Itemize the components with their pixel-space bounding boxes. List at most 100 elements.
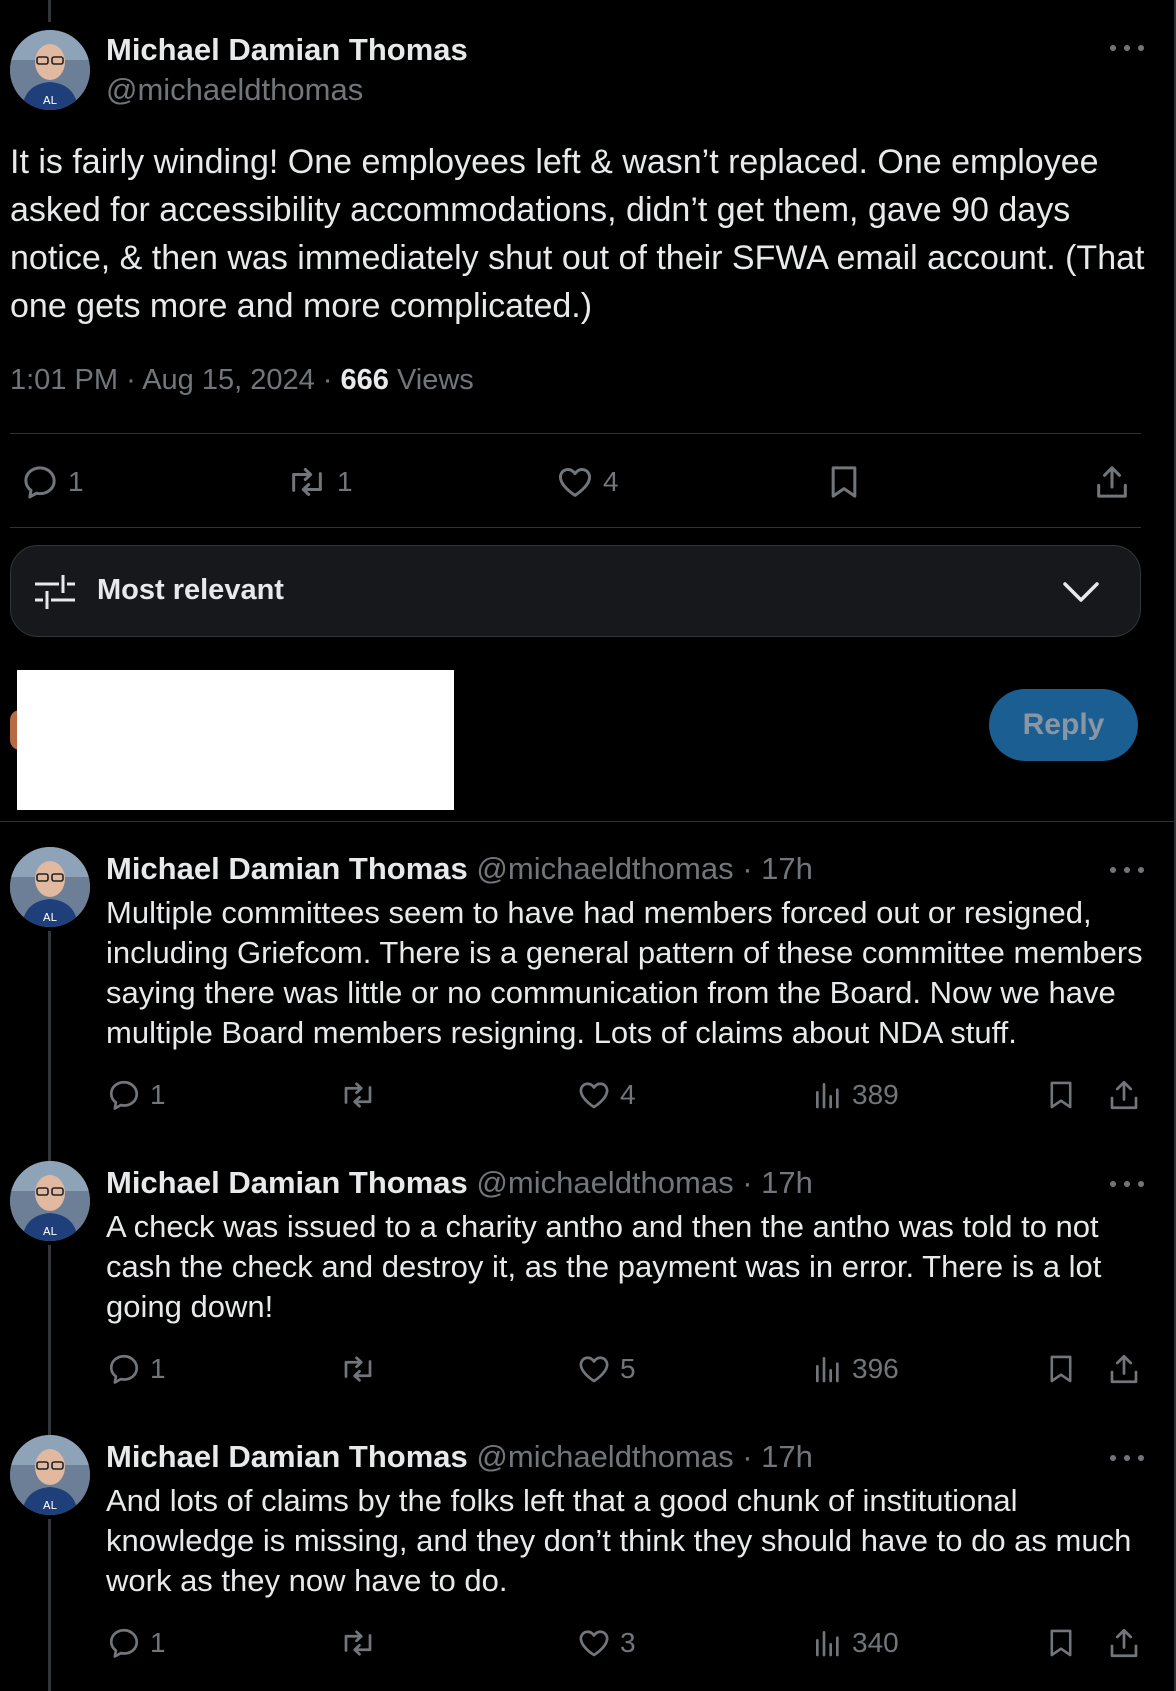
- bookmark-action[interactable]: [1044, 1077, 1078, 1113]
- meta-separator: ·: [126, 364, 143, 396]
- reply-action[interactable]: 1: [106, 1351, 166, 1387]
- divider: [10, 527, 1141, 528]
- heart-icon: [579, 1356, 609, 1383]
- tweet-thread-page: AL Michael Damian Thomas @michaeldthomas…: [0, 0, 1176, 1691]
- author-name[interactable]: Michael Damian Thomas: [106, 851, 468, 886]
- share-action[interactable]: [1106, 1351, 1142, 1387]
- bookmark-icon: [831, 466, 857, 498]
- repost-action[interactable]: 1: [285, 462, 353, 502]
- like-action[interactable]: 4: [555, 462, 619, 502]
- repost-action[interactable]: [338, 1077, 378, 1113]
- analytics-icon: [816, 1631, 839, 1657]
- analytics-icon: [816, 1357, 839, 1383]
- views-count: 396: [852, 1353, 899, 1384]
- like-count: 4: [603, 466, 619, 497]
- share-action[interactable]: [1106, 1077, 1142, 1113]
- avatar-image: AL: [10, 847, 90, 927]
- views-action[interactable]: 396: [812, 1351, 899, 1387]
- reply-button[interactable]: Reply: [989, 689, 1138, 761]
- heart-icon: [579, 1630, 609, 1657]
- reply-count: 1: [68, 466, 84, 497]
- like-action[interactable]: 4: [576, 1077, 636, 1113]
- author-handle[interactable]: @michaeldthomas: [106, 72, 363, 108]
- like-action[interactable]: 5: [576, 1351, 636, 1387]
- reply-icon: [109, 1628, 139, 1658]
- avatar-image: AL: [10, 30, 90, 110]
- reply-action[interactable]: 1: [106, 1625, 166, 1661]
- share-action[interactable]: [1106, 1625, 1142, 1661]
- bookmark-action[interactable]: [1044, 1351, 1078, 1387]
- bookmark-action[interactable]: [1044, 1625, 1078, 1661]
- bookmark-icon: [1050, 1629, 1072, 1657]
- views-count: 340: [852, 1627, 899, 1658]
- like-count: 3: [620, 1627, 636, 1658]
- bookmark-action[interactable]: [824, 462, 864, 502]
- like-count: 4: [620, 1079, 636, 1110]
- reply-icon: [24, 466, 56, 499]
- avatar[interactable]: AL: [10, 30, 90, 110]
- author-name[interactable]: Michael Damian Thomas: [106, 1165, 468, 1200]
- avatar[interactable]: AL: [10, 1435, 90, 1515]
- tweet-date[interactable]: Aug 15, 2024: [142, 364, 315, 396]
- filter-sliders-icon: [35, 575, 75, 609]
- author-name[interactable]: Michael Damian Thomas: [106, 1439, 468, 1474]
- more-options-icon[interactable]: [1110, 43, 1144, 53]
- tweet-text: And lots of claims by the folks left tha…: [106, 1483, 1132, 1598]
- like-action[interactable]: 3: [576, 1625, 636, 1661]
- share-icon: [1110, 1080, 1138, 1110]
- author-handle[interactable]: @michaeldthomas: [476, 851, 733, 886]
- svg-text:AL: AL: [43, 911, 58, 924]
- avatar-image: AL: [10, 1435, 90, 1515]
- like-count: 5: [620, 1353, 636, 1384]
- reply-icon: [109, 1080, 139, 1110]
- avatar[interactable]: AL: [10, 847, 90, 927]
- repost-action[interactable]: [338, 1625, 378, 1661]
- views-count: 389: [852, 1079, 899, 1110]
- reply-action[interactable]: 1: [20, 462, 84, 502]
- tweet-text: Multiple committees seem to have had mem…: [106, 895, 1143, 1050]
- repost-action[interactable]: [338, 1351, 378, 1387]
- repost-icon: [344, 1082, 372, 1108]
- repost-icon: [292, 468, 322, 496]
- chevron-down-icon: [1063, 582, 1099, 602]
- reply-action[interactable]: 1: [106, 1077, 166, 1113]
- tweet-age[interactable]: 17h: [761, 1439, 813, 1474]
- more-options-icon[interactable]: [1110, 1179, 1144, 1189]
- avatar[interactable]: AL: [10, 1161, 90, 1241]
- meta-separator: ·: [322, 364, 341, 396]
- meta-separator: ·: [742, 1165, 762, 1200]
- divider: [0, 821, 1174, 822]
- sort-replies-dropdown[interactable]: Most relevant: [10, 545, 1141, 637]
- heart-icon: [558, 468, 592, 497]
- thread-connector-line: [48, 1245, 51, 1435]
- share-action[interactable]: [1092, 462, 1132, 502]
- author-handle[interactable]: @michaeldthomas: [476, 1439, 733, 1474]
- views-action[interactable]: 389: [812, 1077, 899, 1113]
- more-options-icon[interactable]: [1110, 1453, 1144, 1463]
- divider: [10, 433, 1141, 434]
- author-name[interactable]: Michael Damian Thomas: [106, 32, 468, 68]
- reply-count: 1: [150, 1079, 166, 1110]
- tweet-metadata: 1:01 PM · Aug 15, 2024 · 666 Views: [10, 364, 474, 397]
- sort-label: Most relevant: [97, 574, 284, 606]
- repost-count: 1: [337, 466, 353, 497]
- repost-icon: [344, 1630, 372, 1656]
- tweet-age[interactable]: 17h: [761, 851, 813, 886]
- redacted-compose-area: [17, 670, 454, 810]
- meta-separator: ·: [742, 851, 762, 886]
- bookmark-icon: [1050, 1081, 1072, 1109]
- share-icon: [1110, 1354, 1138, 1384]
- reply-header: Michael Damian Thomas @michaeldthomas · …: [106, 1165, 813, 1201]
- share-icon: [1097, 466, 1127, 498]
- views-action[interactable]: 340: [812, 1625, 899, 1661]
- reply-icon: [109, 1354, 139, 1384]
- more-options-icon[interactable]: [1110, 865, 1144, 875]
- tweet-time[interactable]: 1:01 PM: [10, 364, 118, 396]
- tweet-age[interactable]: 17h: [761, 1165, 813, 1200]
- bookmark-icon: [1050, 1355, 1072, 1383]
- views-label: Views: [396, 364, 474, 396]
- reply-header: Michael Damian Thomas @michaeldthomas · …: [106, 1439, 813, 1475]
- tweet-text: It is fairly winding! One employees left…: [10, 143, 1145, 325]
- author-handle[interactable]: @michaeldthomas: [476, 1165, 733, 1200]
- analytics-icon: [816, 1083, 839, 1109]
